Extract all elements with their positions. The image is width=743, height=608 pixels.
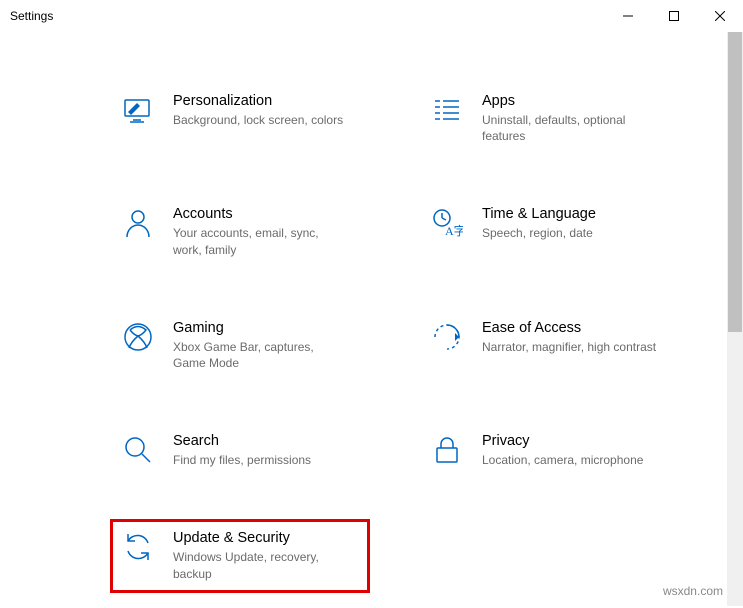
category-title: Ease of Access xyxy=(482,320,656,336)
category-desc: Location, camera, microphone xyxy=(482,452,643,468)
categories-grid: Personalization Background, lock screen,… xyxy=(0,32,743,608)
search-icon xyxy=(121,433,155,467)
category-gaming[interactable]: Gaming Xbox Game Bar, captures, Game Mod… xyxy=(115,314,365,377)
category-desc: Your accounts, email, sync, work, family xyxy=(173,225,348,257)
gaming-icon xyxy=(121,320,155,354)
category-desc: Windows Update, recovery, backup xyxy=(173,549,348,581)
scrollbar[interactable] xyxy=(727,32,743,606)
category-accounts[interactable]: Accounts Your accounts, email, sync, wor… xyxy=(115,200,365,263)
category-search[interactable]: Search Find my files, permissions xyxy=(115,427,365,474)
privacy-icon xyxy=(430,433,464,467)
ease-of-access-icon xyxy=(430,320,464,354)
content-area: Personalization Background, lock screen,… xyxy=(0,32,743,606)
category-desc: Background, lock screen, colors xyxy=(173,112,343,128)
category-desc: Xbox Game Bar, captures, Game Mode xyxy=(173,339,348,371)
category-title: Privacy xyxy=(482,433,643,449)
window-title: Settings xyxy=(10,9,53,23)
time-language-icon: A字 xyxy=(430,206,464,240)
category-privacy[interactable]: Privacy Location, camera, microphone xyxy=(424,427,674,474)
category-title: Personalization xyxy=(173,93,343,109)
category-desc: Uninstall, defaults, optional features xyxy=(482,112,657,144)
titlebar-controls xyxy=(605,0,743,32)
category-title: Gaming xyxy=(173,320,348,336)
watermark: wsxdn.com xyxy=(663,584,723,598)
scrollbar-thumb[interactable] xyxy=(728,32,742,332)
close-button[interactable] xyxy=(697,0,743,32)
category-desc: Speech, region, date xyxy=(482,225,596,241)
category-time-language[interactable]: A字 Time & Language Speech, region, date xyxy=(424,200,674,263)
accounts-icon xyxy=(121,206,155,240)
category-title: Apps xyxy=(482,93,657,109)
close-icon xyxy=(715,11,725,21)
titlebar: Settings xyxy=(0,0,743,32)
update-security-icon xyxy=(121,530,155,564)
category-personalization[interactable]: Personalization Background, lock screen,… xyxy=(115,87,365,150)
maximize-button[interactable] xyxy=(651,0,697,32)
category-title: Time & Language xyxy=(482,206,596,222)
category-desc: Find my files, permissions xyxy=(173,452,311,468)
category-desc: Narrator, magnifier, high contrast xyxy=(482,339,656,355)
svg-text:A字: A字 xyxy=(445,223,463,238)
category-title: Update & Security xyxy=(173,530,348,546)
maximize-icon xyxy=(669,11,679,21)
category-title: Accounts xyxy=(173,206,348,222)
minimize-button[interactable] xyxy=(605,0,651,32)
category-apps[interactable]: Apps Uninstall, defaults, optional featu… xyxy=(424,87,674,150)
category-title: Search xyxy=(173,433,311,449)
personalization-icon xyxy=(121,93,155,127)
category-ease-of-access[interactable]: Ease of Access Narrator, magnifier, high… xyxy=(424,314,674,377)
minimize-icon xyxy=(623,11,633,21)
category-update-security[interactable]: Update & Security Windows Update, recove… xyxy=(115,524,365,587)
apps-icon xyxy=(430,93,464,127)
